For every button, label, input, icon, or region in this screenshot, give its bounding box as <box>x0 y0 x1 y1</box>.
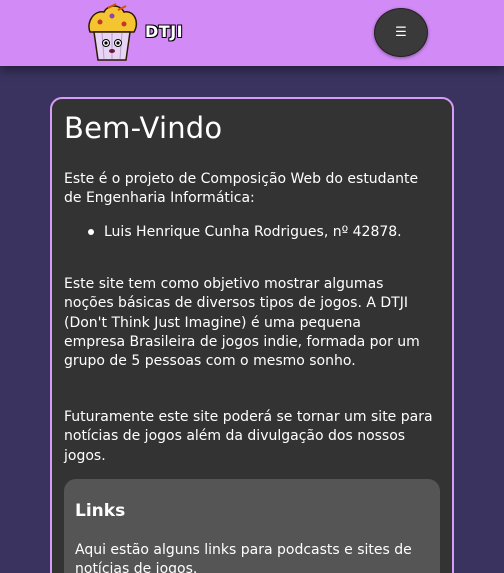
hamburger-icon: ☰ <box>395 25 407 40</box>
student-list: Luis Henrique Cunha Rodrigues, nº 42878. <box>88 223 402 242</box>
hamburger-menu-button[interactable]: ☰ <box>374 8 428 57</box>
future-paragraph: Futuramente este site poderá se tornar u… <box>64 409 433 464</box>
links-description: Aqui estão alguns links para podcasts e … <box>75 542 412 573</box>
list-item: Luis Henrique Cunha Rodrigues, nº 42878. <box>88 223 402 242</box>
about-paragraph: Este site tem como objetivo mostrar algu… <box>64 276 420 370</box>
site-header: DTJI ☰ <box>0 0 504 66</box>
welcome-card: Bem-Vindo Este é o projeto de Composição… <box>50 97 454 573</box>
page-title: Bem-Vindo <box>64 111 223 145</box>
muffin-logo-icon[interactable] <box>82 2 142 64</box>
brand-name[interactable]: DTJI <box>145 22 183 41</box>
links-title: Links <box>75 501 126 521</box>
links-section: Links Aqui estão alguns links para podca… <box>64 479 440 573</box>
intro-paragraph: Este é o projeto de Composição Web do es… <box>64 171 419 207</box>
